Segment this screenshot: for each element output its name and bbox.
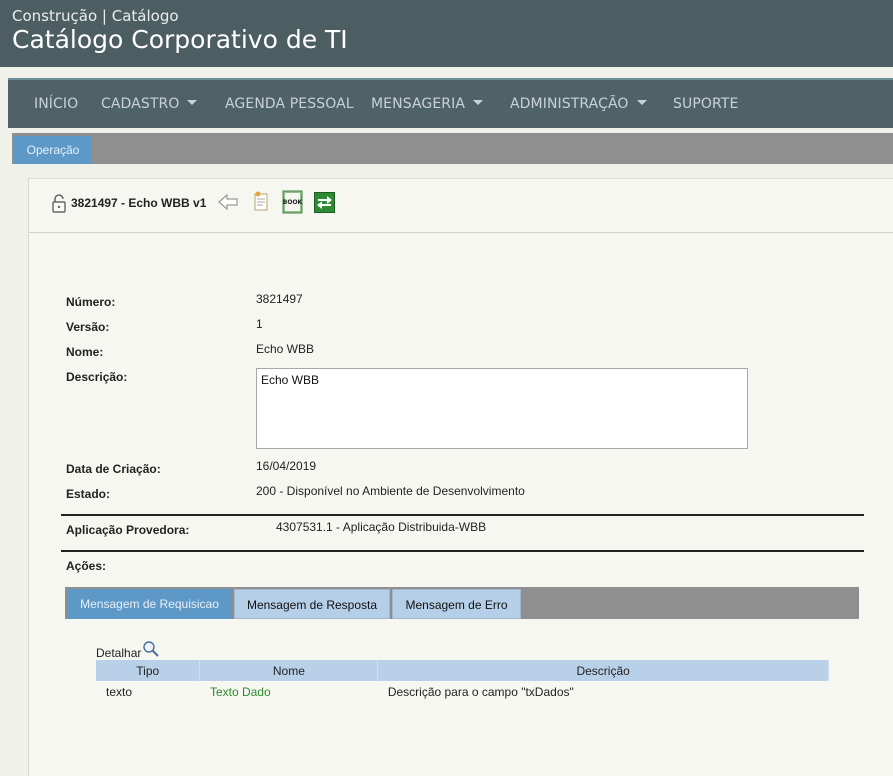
table-header-row: Tipo Nome Descrição: [96, 660, 829, 681]
message-fields-table: Tipo Nome Descrição texto Texto Dado Des…: [96, 660, 829, 703]
svg-text:BOOK: BOOK: [283, 199, 303, 206]
caret-down-icon: [187, 99, 198, 105]
aplicacao-label: Aplicação Provedora:: [66, 523, 190, 537]
magnifier-icon[interactable]: [142, 640, 160, 658]
nav-item-label: CADASTRO: [101, 96, 180, 112]
data-criacao-value: 16/04/2019: [256, 459, 317, 473]
nav-item-mensageria[interactable]: MENSAGERIA: [371, 96, 484, 112]
record-title: 3821497 - Echo WBB v1: [71, 196, 207, 210]
nome-value: Echo WBB: [256, 342, 315, 356]
nav-item-administracao[interactable]: ADMINISTRAÇÃO: [510, 96, 647, 112]
cell-descricao: Descrição para o campo "txDados": [387, 685, 574, 699]
tab-mensagem-erro[interactable]: Mensagem de Erro: [392, 589, 521, 619]
data-criacao-label: Data de Criação:: [66, 462, 161, 476]
estado-value: 200 - Disponível no Ambiente de Desenvol…: [256, 484, 525, 498]
nav-item-label: INÍCIO: [34, 96, 79, 112]
record-panel: 3821497 - Echo WBB v1 BOOK Número: 38214…: [28, 178, 893, 776]
column-header-tipo[interactable]: Tipo: [96, 660, 201, 681]
nav-item-cadastro[interactable]: CADASTRO: [101, 96, 198, 112]
column-header-nome[interactable]: Nome: [199, 660, 379, 681]
acoes-label: Ações:: [66, 559, 107, 573]
tab-mensagem-requisicao[interactable]: Mensagem de Requisicao: [67, 589, 232, 619]
divider: [61, 514, 864, 516]
document-icon[interactable]: [252, 190, 270, 212]
caret-down-icon: [636, 99, 647, 105]
nav-item-suporte[interactable]: SUPORTE: [673, 96, 738, 112]
estado-label: Estado:: [66, 487, 111, 501]
detalhar-link[interactable]: Detalhar: [96, 646, 141, 660]
breadcrumb: Construção | Catálogo: [12, 7, 179, 25]
cell-tipo: texto: [106, 685, 133, 699]
caret-down-icon: [473, 99, 484, 105]
aplicacao-value: 4307531.1 - Aplicação Distribuida-WBB: [276, 520, 487, 534]
book-icon[interactable]: BOOK: [281, 190, 303, 214]
main-nav: INÍCIO CADASTRO AGENDA PESSOAL MENSAGERI…: [8, 78, 893, 128]
tab-strip: Operação: [12, 133, 893, 164]
nav-item-label: AGENDA PESSOAL: [225, 96, 354, 112]
divider: [61, 550, 864, 552]
actions-tab-bar: Mensagem de Requisicao Mensagem de Respo…: [65, 587, 859, 619]
versao-value: 1: [256, 317, 263, 331]
exchange-icon[interactable]: [314, 192, 335, 213]
cell-nome-link[interactable]: Texto Dado: [200, 681, 378, 703]
page-title: Catálogo Corporativo de TI: [12, 25, 348, 54]
nav-item-label: ADMINISTRAÇÃO: [510, 96, 629, 112]
numero-value: 3821497: [256, 292, 303, 306]
back-arrow-icon[interactable]: [217, 193, 239, 211]
descricao-label: Descrição:: [66, 370, 128, 384]
nav-item-label: SUPORTE: [673, 96, 739, 112]
tab-operacao[interactable]: Operação: [14, 136, 92, 164]
tab-mensagem-resposta[interactable]: Mensagem de Resposta: [234, 589, 390, 619]
nav-item-agenda-pessoal[interactable]: AGENDA PESSOAL: [225, 96, 354, 112]
nome-label: Nome:: [66, 345, 104, 359]
table-row[interactable]: texto Texto Dado Descrição para o campo …: [96, 681, 829, 703]
column-header-descricao[interactable]: Descrição: [377, 660, 829, 681]
versao-label: Versão:: [66, 320, 110, 334]
app-header: Construção | Catálogo Catálogo Corporati…: [0, 0, 893, 67]
nav-item-label: MENSAGERIA: [371, 96, 466, 112]
descricao-textarea[interactable]: Echo WBB: [256, 368, 748, 449]
nav-item-inicio[interactable]: INÍCIO: [34, 96, 78, 112]
lock-icon[interactable]: [51, 193, 67, 213]
record-header: 3821497 - Echo WBB v1 BOOK: [29, 179, 893, 233]
numero-label: Número:: [66, 295, 116, 309]
